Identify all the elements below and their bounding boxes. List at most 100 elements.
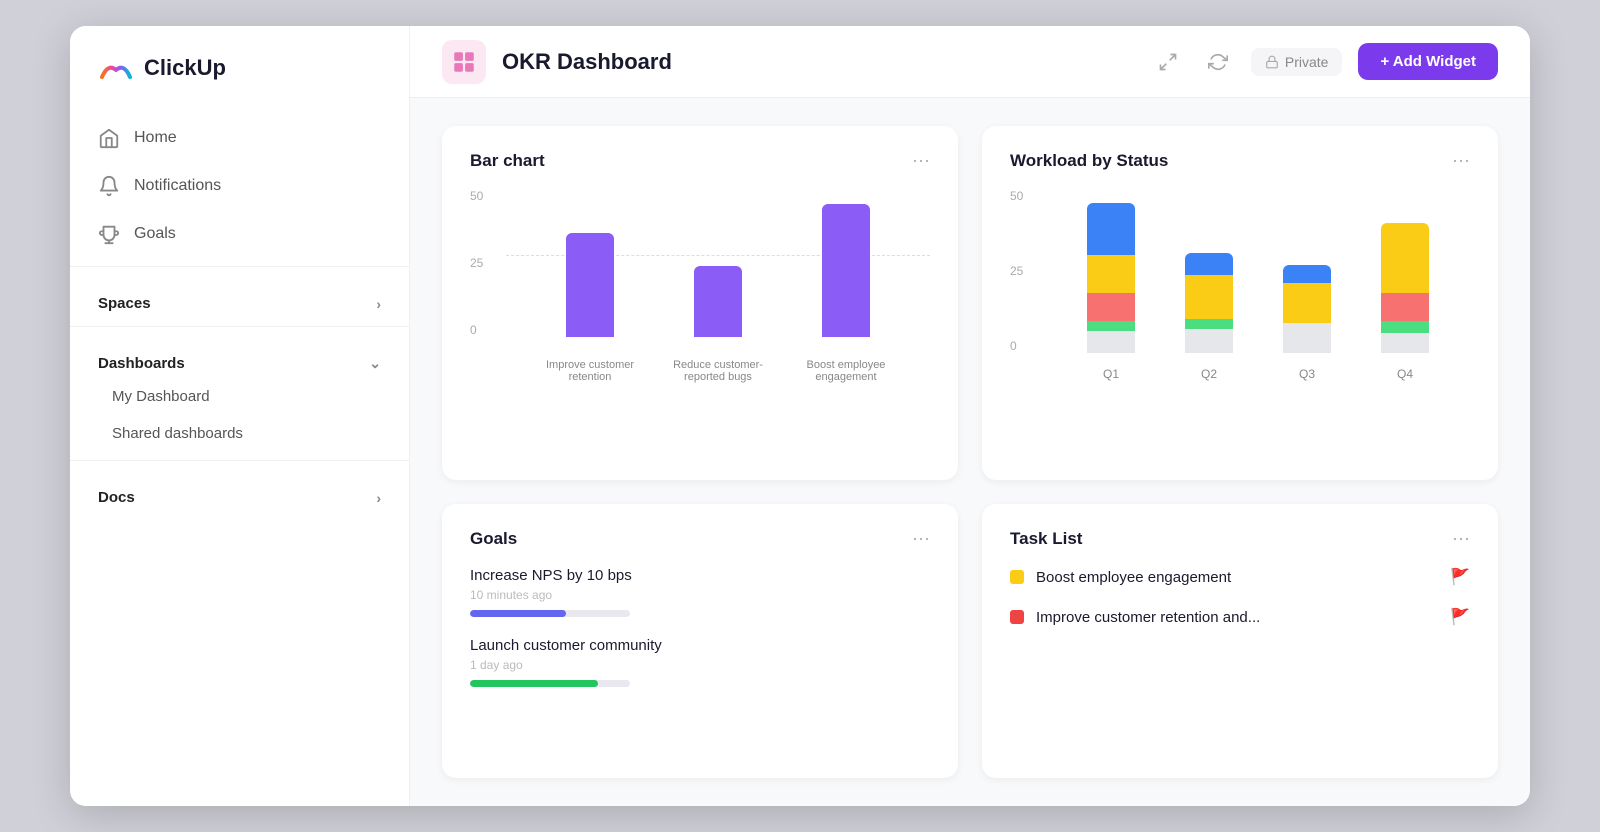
trophy-icon <box>98 223 120 245</box>
q3-seg-yellow <box>1283 283 1331 323</box>
q4-seg-red <box>1381 293 1429 321</box>
goal-item-nps: Increase NPS by 10 bps 10 minutes ago <box>470 567 930 617</box>
goal-community-progress-bar <box>470 680 630 687</box>
w-y-label-50: 50 <box>1010 189 1023 203</box>
bar-chart-widget: Bar chart ··· 50 25 0 <box>442 126 958 480</box>
q1-seg-green <box>1087 321 1135 331</box>
q2-seg-green <box>1185 319 1233 329</box>
home-label: Home <box>134 129 177 147</box>
private-badge[interactable]: Private <box>1251 48 1343 76</box>
logo-area: ClickUp <box>70 50 409 114</box>
sidebar-item-shared-dashboards[interactable]: Shared dashboards <box>70 415 409 452</box>
q2-seg-yellow <box>1185 275 1233 319</box>
notifications-label: Notifications <box>134 177 221 195</box>
goal-nps-name: Increase NPS by 10 bps <box>470 567 930 584</box>
bar-bugs-label: Reduce customer-reported bugs <box>663 359 773 383</box>
goals-list: Increase NPS by 10 bps 10 minutes ago La… <box>470 567 930 687</box>
goal-community-name: Launch customer community <box>470 637 930 654</box>
bar-bugs-fill <box>694 266 742 337</box>
bar-improve: Improve customer retention <box>566 189 614 337</box>
goal-community-label: Launch customer community <box>470 637 662 654</box>
q2-label: Q2 <box>1201 367 1217 381</box>
bar-improve-fill <box>566 233 614 337</box>
home-icon <box>98 127 120 149</box>
workload-q2: Q2 <box>1185 189 1233 353</box>
q3-label: Q3 <box>1299 367 1315 381</box>
task-dot-retention <box>1010 610 1024 624</box>
sidebar-item-notifications[interactable]: Notifications <box>70 162 409 210</box>
q2-seg-blue <box>1185 253 1233 275</box>
expand-icon-btn[interactable] <box>1151 45 1185 79</box>
bar-chart-bars: Improve customer retention Reduce custom… <box>506 189 930 337</box>
sidebar-divider-2 <box>70 326 409 327</box>
q4-label: Q4 <box>1397 367 1413 381</box>
task-list-widget: Task List ··· Boost employee engagement … <box>982 504 1498 778</box>
workload-widget: Workload by Status ··· 50 25 0 <box>982 126 1498 480</box>
bar-engagement-fill <box>822 204 870 337</box>
main-content: OKR Dashboard <box>410 26 1530 806</box>
goal-nps-progress-fill <box>470 610 566 617</box>
docs-chevron-icon: › <box>376 490 381 506</box>
q2-stack <box>1185 253 1233 353</box>
q4-stack <box>1381 223 1429 353</box>
task-flag-engagement: 🚩 <box>1450 567 1470 587</box>
sidebar: ClickUp Home Notifications <box>70 26 410 806</box>
workload-y-labels: 50 25 0 <box>1010 189 1023 353</box>
w-y-label-0: 0 <box>1010 339 1023 353</box>
goals-menu-icon[interactable]: ··· <box>912 528 930 549</box>
q3-stack <box>1283 265 1331 353</box>
workload-chart-area: 50 25 0 <box>1010 189 1470 389</box>
dashboard-grid: Bar chart ··· 50 25 0 <box>410 98 1530 806</box>
topbar-actions: Private + Add Widget <box>1151 43 1498 80</box>
spaces-chevron-icon: › <box>376 296 381 312</box>
page-title: OKR Dashboard <box>502 49 1135 75</box>
q1-stack <box>1087 203 1135 353</box>
goals-label: Goals <box>134 225 176 243</box>
spaces-label: Spaces <box>98 295 151 312</box>
q4-seg-green <box>1381 321 1429 333</box>
sidebar-item-home[interactable]: Home <box>70 114 409 162</box>
goals-header: Goals ··· <box>470 528 930 549</box>
dashboards-label: Dashboards <box>98 355 185 372</box>
q1-seg-blue <box>1087 203 1135 255</box>
q1-seg-yellow <box>1087 255 1135 293</box>
bar-chart-y-labels: 50 25 0 <box>470 189 483 337</box>
add-widget-button[interactable]: + Add Widget <box>1358 43 1498 80</box>
task-name-retention: Improve customer retention and... <box>1036 609 1438 626</box>
goal-nps-meta: 10 minutes ago <box>470 588 930 602</box>
task-list-menu-icon[interactable]: ··· <box>1452 528 1470 549</box>
bar-chart-menu-icon[interactable]: ··· <box>912 150 930 171</box>
task-flag-retention: 🚩 <box>1450 607 1470 627</box>
workload-header: Workload by Status ··· <box>1010 150 1470 171</box>
refresh-icon-btn[interactable] <box>1201 45 1235 79</box>
q2-seg-gray <box>1185 329 1233 353</box>
workload-q3: Q3 <box>1283 189 1331 353</box>
sidebar-item-my-dashboard[interactable]: My Dashboard <box>70 378 409 415</box>
w-y-label-25: 25 <box>1010 264 1023 278</box>
task-item-engagement: Boost employee engagement 🚩 <box>1010 567 1470 587</box>
task-name-engagement: Boost employee engagement <box>1036 569 1438 586</box>
q3-seg-blue <box>1283 265 1331 283</box>
clickup-logo-icon <box>98 50 134 86</box>
y-label-0: 0 <box>470 323 483 337</box>
goal-community-meta: 1 day ago <box>470 658 930 672</box>
task-list-title: Task List <box>1010 529 1082 549</box>
sidebar-item-goals[interactable]: Goals <box>70 210 409 258</box>
private-label: Private <box>1285 54 1329 70</box>
dashboard-icon-box <box>442 40 486 84</box>
sidebar-section-spaces[interactable]: Spaces › <box>70 275 409 318</box>
goals-widget-title: Goals <box>470 529 517 549</box>
workload-title: Workload by Status <box>1010 151 1168 171</box>
y-label-50: 50 <box>470 189 483 203</box>
goal-nps-progress-bar <box>470 610 630 617</box>
bar-bugs: Reduce customer-reported bugs <box>694 189 742 337</box>
bar-engagement: Boost employee engagement <box>822 189 870 337</box>
workload-menu-icon[interactable]: ··· <box>1452 150 1470 171</box>
dashboards-chevron-icon: ⌄ <box>369 355 381 372</box>
bar-engagement-label: Boost employee engagement <box>791 359 901 383</box>
sidebar-section-docs[interactable]: Docs › <box>70 469 409 512</box>
shared-dashboards-label: Shared dashboards <box>112 425 243 442</box>
sidebar-section-dashboards[interactable]: Dashboards ⌄ <box>70 335 409 378</box>
goal-nps-label: Increase NPS by 10 bps <box>470 567 632 584</box>
workload-q1: Q1 <box>1087 189 1135 353</box>
